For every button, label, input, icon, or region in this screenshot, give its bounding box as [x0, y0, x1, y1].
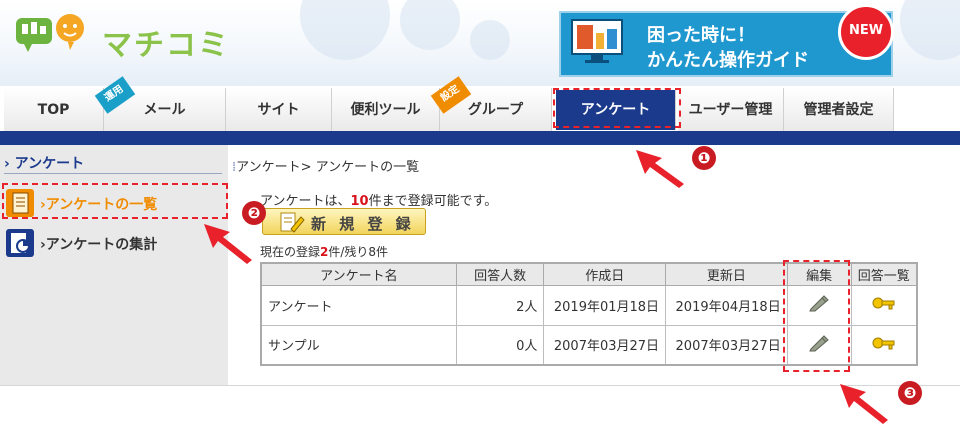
column-header: 作成日 [543, 262, 667, 286]
decor-bubble [900, 0, 960, 60]
banner-line1: 困った時に！ [647, 25, 755, 46]
tab-label: 管理者設定 [803, 102, 874, 118]
tab-label: 便利ツール [350, 102, 421, 118]
created-date: 2007年03月27日 [543, 324, 667, 366]
marker-2: ❷ [242, 201, 266, 225]
sidebar-heading: › アンケート [4, 153, 84, 173]
marker-3: ❸ [898, 381, 922, 405]
app-logo[interactable]: マチコミ [14, 10, 254, 63]
survey-name: アンケート [260, 284, 457, 326]
main-nav: TOP 運用 メール サイト 便利ツール 設定 グループ アンケート ユーザー管… [0, 76, 960, 134]
column-header: 更新日 [665, 262, 788, 286]
tab-user-management[interactable]: ユーザー管理 [678, 88, 784, 132]
tab-admin-settings[interactable]: 管理者設定 [784, 88, 894, 132]
pointer-arrow-icon [636, 150, 684, 188]
pointer-arrow-icon [204, 224, 252, 264]
sidebar-heading-text: アンケート [14, 156, 85, 172]
tab-tools[interactable]: 便利ツール [332, 88, 440, 132]
tab-mail[interactable]: 運用 メール [94, 76, 226, 132]
sidebar-item-label: ›アンケートの集計 [40, 237, 158, 253]
responses-cell [850, 284, 918, 326]
divider [4, 173, 222, 174]
tab-label: サイト [257, 102, 300, 118]
decor-bubble [470, 20, 510, 60]
tab-label: TOP [37, 102, 70, 118]
chevron-right-icon: › [4, 156, 10, 172]
column-header: アンケート名 [260, 262, 457, 286]
key-icon[interactable] [872, 335, 896, 351]
new-button-label: 新 規 登 録 [311, 215, 415, 233]
column-header: 回答一覧 [850, 262, 918, 286]
marker-1: ❶ [692, 146, 716, 170]
tab-site[interactable]: サイト [226, 88, 332, 132]
respondent-count: 0人 [455, 324, 545, 366]
pointer-arrow-icon [840, 384, 888, 424]
survey-name: サンプル [260, 324, 457, 366]
updated-date: 2019年04月18日 [665, 284, 788, 326]
registration-limit-text: アンケートは、10件まで登録可能です。 [260, 194, 498, 209]
chart-report-icon [6, 229, 34, 257]
pencil-document-icon [280, 212, 305, 233]
new-registration-button[interactable]: 新 規 登 録 [262, 208, 426, 235]
created-date: 2019年01月18日 [543, 284, 667, 326]
nav-underline [0, 131, 960, 145]
logo-mark-icon [16, 14, 84, 52]
highlight-box-sidebar [2, 183, 228, 219]
tab-label: グループ [467, 102, 524, 118]
banner-line2: かんたん操作ガイド [647, 50, 809, 71]
sidebar: › アンケート ›アンケートの一覧 ›アンケートの集計 [0, 145, 228, 385]
registration-status: 現在の登録2件/残り8件 [260, 245, 389, 259]
decor-bubble [300, 0, 390, 60]
logo-text: マチコミ [102, 28, 230, 63]
new-badge: NEW [838, 4, 894, 60]
updated-date: 2007年03月27日 [665, 324, 788, 366]
sidebar-item-survey-summary[interactable]: ›アンケートの集計 [4, 225, 224, 261]
column-header: 回答人数 [455, 262, 545, 286]
tab-label: メール [143, 102, 186, 118]
highlight-box-tab [553, 88, 681, 128]
decor-bubble [400, 0, 460, 50]
breadcrumb: ⁞アンケート> アンケートの一覧 [232, 156, 419, 175]
tab-group[interactable]: 設定 グループ [430, 76, 552, 132]
divider [0, 385, 960, 386]
responses-cell [850, 324, 918, 366]
respondent-count: 2人 [455, 284, 545, 326]
highlight-box-edit-column [783, 260, 850, 372]
breadcrumb-text: アンケート> アンケートの一覧 [236, 160, 420, 175]
monitor-icon [571, 19, 623, 63]
tab-top[interactable]: TOP [4, 88, 104, 132]
app-header: マチコミ 困った時に！ かんたん操作ガイド NEW [0, 0, 960, 86]
tab-label: ユーザー管理 [688, 102, 773, 118]
key-icon[interactable] [872, 295, 896, 311]
